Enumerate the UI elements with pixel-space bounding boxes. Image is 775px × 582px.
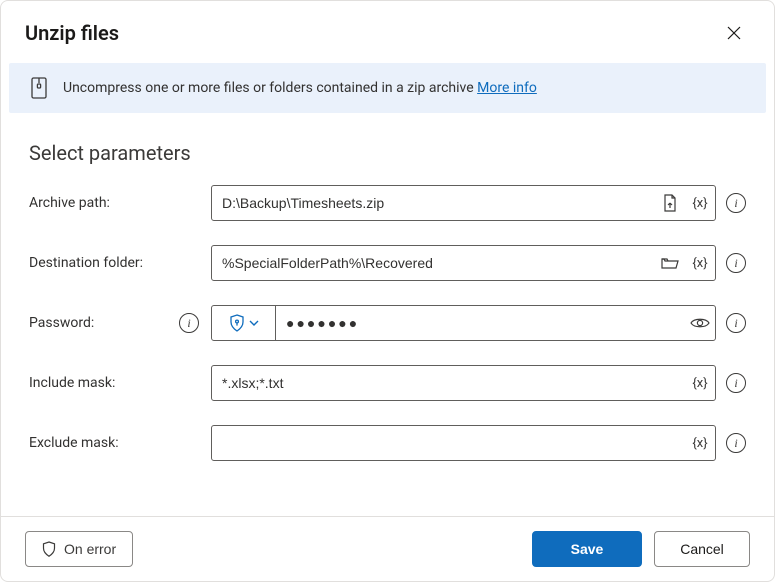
section-title: Select parameters xyxy=(29,141,746,165)
insert-variable-button[interactable]: {x} xyxy=(685,186,715,220)
label-destination-folder: Destination folder: xyxy=(29,255,199,271)
label-archive-path: Archive path: xyxy=(29,195,199,211)
password-field xyxy=(211,305,716,341)
zip-icon xyxy=(29,77,49,99)
label-password: Password: i xyxy=(29,313,199,333)
insert-variable-button[interactable]: {x} xyxy=(685,366,715,400)
banner-text: Uncompress one or more files or folders … xyxy=(63,80,537,96)
dialog-body: Select parameters Archive path: {x} i xyxy=(1,113,774,516)
help-destination-folder[interactable]: i xyxy=(726,253,746,273)
cancel-button[interactable]: Cancel xyxy=(654,531,750,567)
dialog-header: Unzip files xyxy=(1,1,774,59)
row-include-mask: Include mask: {x} i xyxy=(29,365,746,401)
label-exclude-mask: Exclude mask: xyxy=(29,435,199,451)
shield-outline-icon xyxy=(42,541,56,557)
folder-picker-icon xyxy=(661,256,679,270)
file-picker-icon xyxy=(662,194,678,212)
insert-variable-button[interactable]: {x} xyxy=(685,426,715,460)
row-exclude-mask: Exclude mask: {x} i xyxy=(29,425,746,461)
exclude-mask-input[interactable] xyxy=(212,426,685,460)
destination-folder-field: {x} xyxy=(211,245,716,281)
exclude-mask-field: {x} xyxy=(211,425,716,461)
help-archive-path[interactable]: i xyxy=(726,193,746,213)
pick-folder-button[interactable] xyxy=(655,246,685,280)
close-button[interactable] xyxy=(718,17,750,49)
dialog-footer: On error Save Cancel xyxy=(1,516,774,581)
include-mask-input[interactable] xyxy=(212,366,685,400)
help-exclude-mask[interactable]: i xyxy=(726,433,746,453)
unzip-dialog: Unzip files Uncompress one or more files… xyxy=(0,0,775,582)
help-password[interactable]: i xyxy=(726,313,746,333)
destination-folder-input[interactable] xyxy=(212,246,655,280)
insert-variable-button[interactable]: {x} xyxy=(685,246,715,280)
dialog-title: Unzip files xyxy=(25,21,119,45)
on-error-button[interactable]: On error xyxy=(25,531,133,567)
password-input[interactable] xyxy=(276,306,685,340)
row-destination-folder: Destination folder: {x} i xyxy=(29,245,746,281)
chevron-down-icon xyxy=(249,320,259,326)
archive-path-input[interactable] xyxy=(212,186,655,220)
help-include-mask[interactable]: i xyxy=(726,373,746,393)
row-archive-path: Archive path: {x} i xyxy=(29,185,746,221)
more-info-link[interactable]: More info xyxy=(477,80,537,96)
label-include-mask: Include mask: xyxy=(29,375,199,391)
shield-icon xyxy=(229,314,245,332)
eye-icon xyxy=(690,316,710,330)
info-banner: Uncompress one or more files or folders … xyxy=(9,63,766,113)
row-password: Password: i xyxy=(29,305,746,341)
close-icon xyxy=(727,26,741,40)
help-password-label[interactable]: i xyxy=(179,313,199,333)
reveal-password-button[interactable] xyxy=(685,306,715,340)
include-mask-field: {x} xyxy=(211,365,716,401)
pick-file-button[interactable] xyxy=(655,186,685,220)
save-button[interactable]: Save xyxy=(532,531,642,567)
password-mode-dropdown[interactable] xyxy=(212,306,276,340)
archive-path-field: {x} xyxy=(211,185,716,221)
